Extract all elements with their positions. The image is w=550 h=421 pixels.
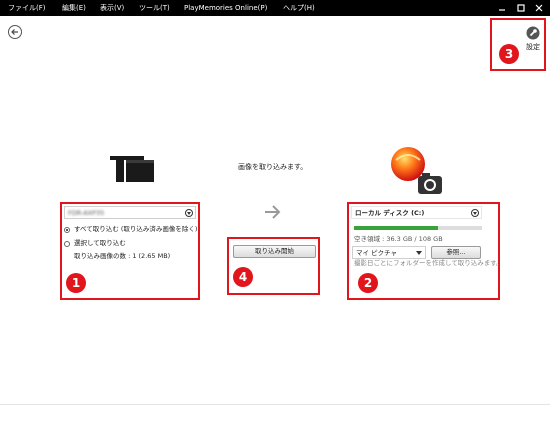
destination-drive-select[interactable]: ローカル ディスク (C:) [351,206,482,219]
radio-import-selected[interactable] [64,241,70,247]
start-import-button[interactable]: 取り込み開始 [233,245,316,258]
minimize-icon[interactable] [496,2,508,14]
menu-edit[interactable]: 編集(E) [62,3,86,13]
import-count-text: 取り込み画像の数 : 1 (2.65 MB) [74,252,171,260]
free-space-text: 空き領域 : 36.3 GB / 108 GB [354,235,443,243]
highlight-box-3 [490,18,546,71]
chevron-down-icon [471,209,479,217]
menu-file[interactable]: ファイル(F) [8,3,46,13]
callout-badge-1: 1 [66,273,86,293]
status-bar-divider [0,404,550,405]
disk-usage-bar [354,226,482,230]
folder-note-text: 撮影日ごとにフォルダーを作成して取り込みます。 [354,259,503,267]
browse-button[interactable]: 参照... [431,246,481,259]
radio-import-all[interactable] [64,227,70,233]
source-device-select[interactable]: FDR-AXP35 [64,206,196,219]
menu-bar: ファイル(F) 編集(E) 表示(V) ツール(T) PlayMemories … [0,0,550,16]
camcorder-icon [110,156,154,182]
destination-folder-select[interactable]: マイ ピクチャ [352,246,426,259]
callout-badge-3: 3 [499,44,519,64]
close-icon[interactable] [533,2,545,14]
radio-import-selected-label[interactable]: 選択して取り込む [74,239,126,248]
destination-drive-label: ローカル ディスク (C:) [355,209,425,217]
menu-playmemories-online[interactable]: PlayMemories Online(P) [184,3,267,13]
back-button[interactable] [8,25,22,39]
callout-badge-4: 4 [233,267,253,287]
right-arrow-icon [265,205,281,219]
radio-import-all-label[interactable]: すべて取り込む (取り込み済み画像を除く) [74,225,197,234]
playmemories-home-icon [391,147,442,194]
chevron-down-icon [185,209,193,217]
source-device-name: FDR-AXP35 [68,209,105,217]
menu-help[interactable]: ヘルプ(H) [283,3,315,13]
menu-tools[interactable]: ツール(T) [139,3,170,13]
callout-badge-2: 2 [358,273,378,293]
chevron-down-icon [416,251,422,255]
import-title: 画像を取り込みます。 [238,163,308,171]
disk-usage-fill [354,226,439,230]
maximize-icon[interactable] [515,2,527,14]
destination-folder-label: マイ ピクチャ [356,249,398,257]
back-arrow-icon [11,29,18,35]
menu-view[interactable]: 表示(V) [100,3,124,13]
